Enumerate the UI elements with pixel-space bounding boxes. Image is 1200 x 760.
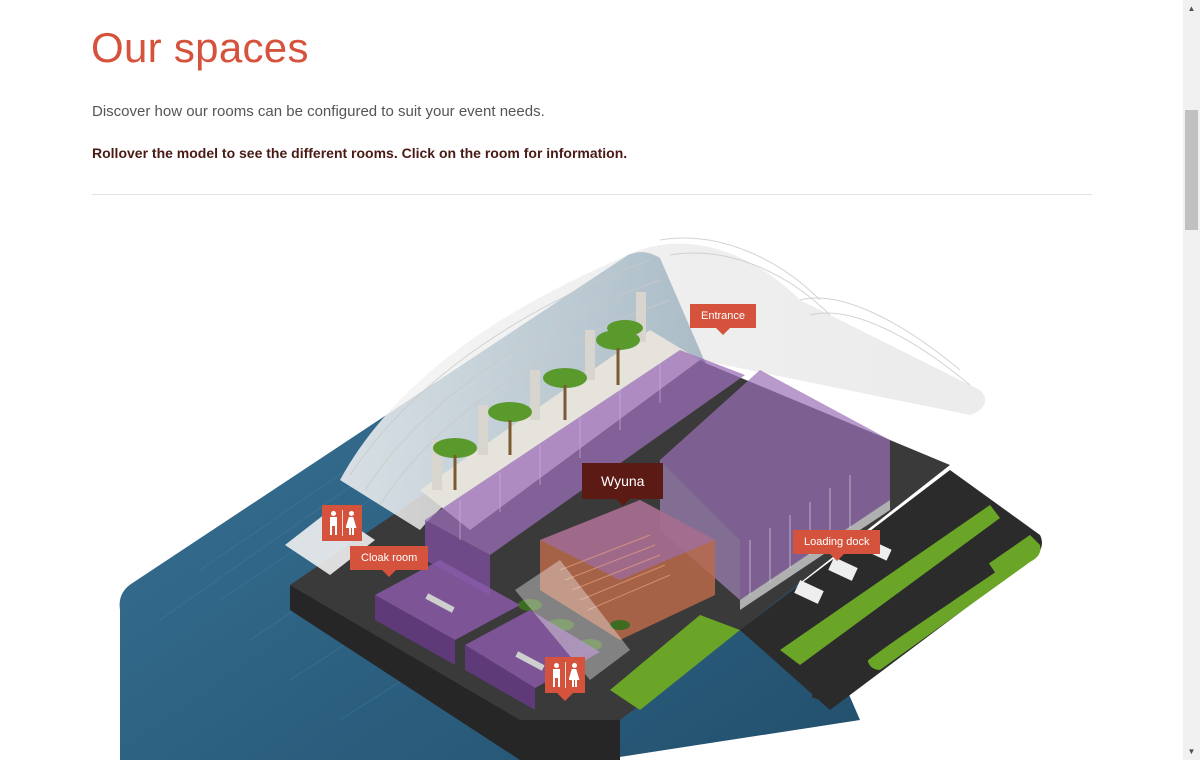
loading-dock-label[interactable]: Loading dock — [793, 530, 881, 561]
entrance-label-text: Entrance — [701, 310, 746, 322]
male-figure-icon — [551, 663, 562, 687]
toilets-icon[interactable] — [545, 657, 585, 701]
instruction-text: Rollover the model to see the different … — [92, 145, 628, 161]
loading-dock-label-text: Loading dock — [804, 536, 870, 548]
venue-model[interactable]: Entrance Wyuna Cloak room Loading dock — [0, 200, 1183, 760]
scrollbar-thumb[interactable] — [1185, 110, 1198, 230]
page-title: Our spaces — [91, 24, 309, 71]
male-figure-icon — [328, 511, 339, 535]
intro-text: Discover how our rooms can be configured… — [92, 103, 545, 120]
vertical-scrollbar[interactable]: ▲ ▼ — [1183, 0, 1200, 760]
page-content: Our spaces Discover how our rooms can be… — [0, 0, 1183, 760]
scroll-down-arrow-icon[interactable]: ▼ — [1183, 743, 1200, 760]
wyuna-label-text: Wyuna — [601, 473, 645, 489]
female-figure-icon — [345, 511, 357, 535]
cloak-room-label[interactable]: Cloak room — [350, 546, 429, 577]
entrance-label[interactable]: Entrance — [690, 304, 757, 335]
toilets-icon[interactable] — [322, 505, 362, 541]
wyuna-label[interactable]: Wyuna — [582, 463, 664, 506]
cloak-room-label-text: Cloak room — [361, 552, 418, 564]
scroll-up-arrow-icon[interactable]: ▲ — [1183, 0, 1200, 17]
female-figure-icon — [568, 663, 580, 687]
divider — [92, 194, 1092, 195]
